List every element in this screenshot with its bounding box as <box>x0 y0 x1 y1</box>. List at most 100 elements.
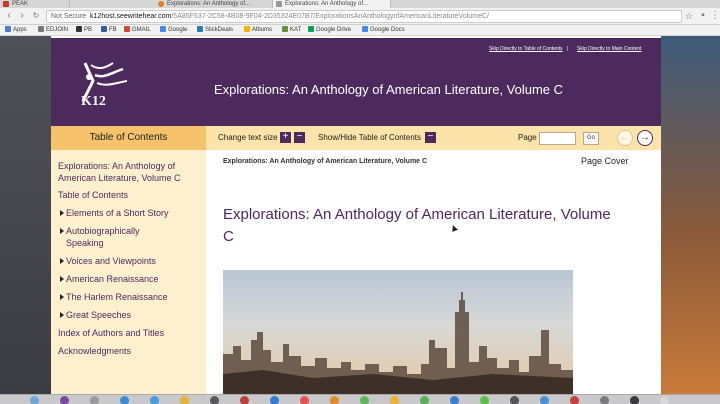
skip-to-main-link[interactable]: Skip Directly to Main Content <box>577 46 641 52</box>
app-icon[interactable] <box>330 396 339 404</box>
bookmark-pb[interactable]: PB <box>76 25 92 36</box>
finder-icon[interactable] <box>30 396 39 404</box>
app-icon[interactable] <box>390 396 399 404</box>
cover-photo-skyline <box>223 270 573 394</box>
forward-icon[interactable]: › <box>17 11 27 21</box>
toc-sidebar: Explorations: An Anthology of American L… <box>51 150 206 394</box>
bookmark-albums[interactable]: Albums <box>244 25 272 36</box>
toc-item-table-of-contents[interactable]: Table of Contents <box>58 189 198 201</box>
city-skyline-image <box>223 292 573 394</box>
page-number-input[interactable] <box>539 132 576 145</box>
screen: PEAK Explorations: An Anthology of... Ex… <box>0 0 720 404</box>
browser-tab[interactable]: PEAK <box>0 0 70 8</box>
browser-viewport: Skip Directly to Table of Contents | Ski… <box>0 36 720 394</box>
site-favicon-icon <box>158 1 164 7</box>
decrease-text-size-button[interactable]: − <box>294 132 305 143</box>
pb-icon <box>76 26 82 32</box>
increase-text-size-button[interactable]: + <box>280 132 291 143</box>
browser-tab-active[interactable]: Explorations: An Anthology of... <box>273 0 391 8</box>
tab-title: Explorations: An Anthology of... <box>285 1 369 7</box>
bookmark-slickdeals[interactable]: SlickDeals <box>197 25 233 36</box>
toc-item-index[interactable]: Index of Authors and Titles <box>58 327 198 339</box>
trash-icon[interactable] <box>660 396 669 404</box>
bookmark-google-docs[interactable]: Google Docs <box>362 25 405 36</box>
bookmark-apps[interactable]: Apps <box>5 25 27 36</box>
slickdeals-icon <box>197 26 203 32</box>
app-icon[interactable] <box>150 396 159 404</box>
app-icon[interactable] <box>90 396 99 404</box>
toc-item-elements-short-story[interactable]: Elements of a Short Story <box>60 207 196 219</box>
toggle-toc-button[interactable]: − <box>425 132 436 143</box>
reader-toolbar: Table of Contents Change text size + − S… <box>51 126 661 150</box>
extension-icon[interactable]: ▪ <box>698 11 708 21</box>
app-icon[interactable] <box>630 396 639 404</box>
skip-to-toc-link[interactable]: Skip Directly to Table of Contents <box>489 46 563 52</box>
expand-triangle-icon[interactable] <box>60 312 64 318</box>
app-icon[interactable] <box>360 396 369 404</box>
svg-text:K12: K12 <box>81 94 106 107</box>
app-icon[interactable] <box>600 396 609 404</box>
bookmark-google[interactable]: Google <box>160 25 187 36</box>
bookmark-gmail[interactable]: GMAIL <box>124 25 151 36</box>
google-drive-icon <box>308 26 314 32</box>
url-host: k12host.seewritehear.com <box>90 13 172 20</box>
app-icon[interactable] <box>240 396 249 404</box>
app-icon[interactable] <box>480 396 489 404</box>
page-label: Page <box>518 133 537 142</box>
bookmark-google-drive[interactable]: Google Drive <box>308 25 351 36</box>
change-text-size-label: Change text size <box>218 133 278 142</box>
next-page-arrow-icon[interactable]: → <box>637 130 653 146</box>
menu-icon[interactable]: ⋮ <box>710 11 720 21</box>
expand-triangle-icon[interactable] <box>60 294 64 300</box>
go-button[interactable]: Go <box>583 132 599 145</box>
tab-title: PEAK <box>12 1 29 7</box>
toc-item-autobiographically-speaking[interactable]: Autobiographically Speaking <box>60 225 155 249</box>
page-heading: Explorations: An Anthology of American L… <box>223 206 611 245</box>
app-icon[interactable] <box>510 396 519 404</box>
facebook-icon <box>101 26 107 32</box>
app-icon[interactable] <box>270 396 279 404</box>
expand-triangle-icon[interactable] <box>60 210 64 216</box>
reload-icon[interactable]: ↻ <box>31 11 41 21</box>
desktop-background-right <box>661 36 720 394</box>
expand-triangle-icon[interactable] <box>60 258 64 264</box>
app-icon[interactable] <box>120 396 129 404</box>
mac-dock <box>0 394 720 404</box>
toc-heading: Table of Contents <box>51 126 206 150</box>
app-icon[interactable] <box>570 396 579 404</box>
toc-item-voices-viewpoints[interactable]: Voices and Viewpoints <box>60 255 196 267</box>
bookmark-edjoin[interactable]: EDJOIN <box>38 25 68 36</box>
page-indicator: Page Cover <box>581 156 629 166</box>
expand-triangle-icon[interactable] <box>60 276 64 282</box>
expand-triangle-icon[interactable] <box>60 228 64 234</box>
ebook-page: Skip Directly to Table of Contents | Ski… <box>51 36 661 394</box>
browser-tab[interactable]: Explorations: An Anthology of... <box>155 0 273 8</box>
show-hide-toc-label: Show/Hide Table of Contents <box>318 133 422 142</box>
back-icon[interactable]: ‹ <box>4 11 14 21</box>
tab-title: Explorations: An Anthology of... <box>167 1 251 7</box>
toc-item-acknowledgments[interactable]: Acknowledgments <box>58 345 198 357</box>
toc-item-great-speeches[interactable]: Great Speeches <box>60 309 196 321</box>
app-icon[interactable] <box>300 396 309 404</box>
kat-icon <box>282 26 288 32</box>
toc-item-harlem-renaissance[interactable]: The Harlem Renaissance <box>60 291 196 303</box>
bookmark-kat[interactable]: KAT <box>282 25 301 36</box>
app-icon[interactable] <box>210 396 219 404</box>
app-icon[interactable] <box>180 396 189 404</box>
google-icon <box>160 26 166 32</box>
main-content: Explorations: An Anthology of American L… <box>206 150 661 394</box>
address-bar-row: ‹ › ↻ Not Secure k12host.seewritehear.com… <box>0 8 720 25</box>
google-docs-icon <box>362 26 368 32</box>
toc-item-american-renaissance[interactable]: American Renaissance <box>60 273 196 285</box>
previous-page-arrow-icon[interactable]: ← <box>617 130 633 146</box>
app-icon[interactable] <box>540 396 549 404</box>
app-icon[interactable] <box>60 396 69 404</box>
albums-icon <box>244 26 250 32</box>
toc-item-anthology[interactable]: Explorations: An Anthology of American L… <box>58 160 198 184</box>
app-icon[interactable] <box>450 396 459 404</box>
url-path: /5A85F537-2C58-4B08-9F04-2D35324E07B7/Ex… <box>171 13 489 20</box>
bookmark-fb[interactable]: FB <box>101 25 117 36</box>
app-icon[interactable] <box>420 396 429 404</box>
url-field[interactable]: Not Secure k12host.seewritehear.com/5A85F… <box>46 10 682 23</box>
star-icon[interactable]: ☆ <box>684 11 694 21</box>
